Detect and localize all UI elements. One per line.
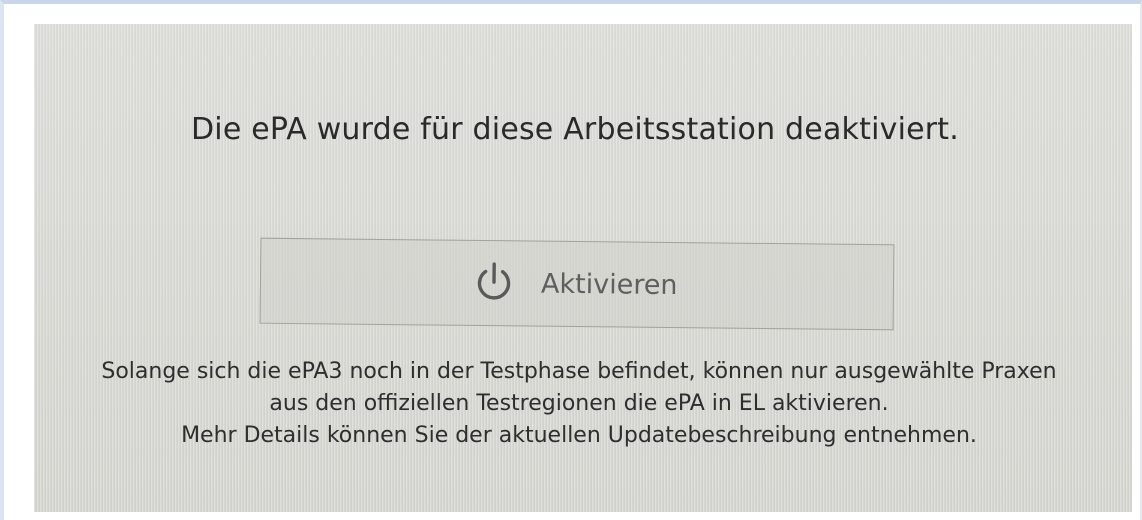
activate-button-label: Aktivieren [540, 268, 678, 301]
info-line: Mehr Details können Sie der aktuellen Up… [181, 423, 977, 448]
info-line: Solange sich die ePA3 noch in der Testph… [101, 359, 1057, 384]
info-line: aus den offiziellen Testregionen die ePA… [269, 391, 889, 416]
info-text: Solange sich die ePA3 noch in der Testph… [24, 356, 1134, 452]
power-icon [471, 260, 517, 306]
activate-button-content: Aktivieren [471, 259, 678, 309]
page-title: Die ePA wurde für diese Arbeitsstation d… [190, 112, 959, 147]
activate-button[interactable]: Aktivieren [259, 237, 895, 331]
window-frame: Die ePA wurde für diese Arbeitsstation d… [0, 0, 1142, 520]
